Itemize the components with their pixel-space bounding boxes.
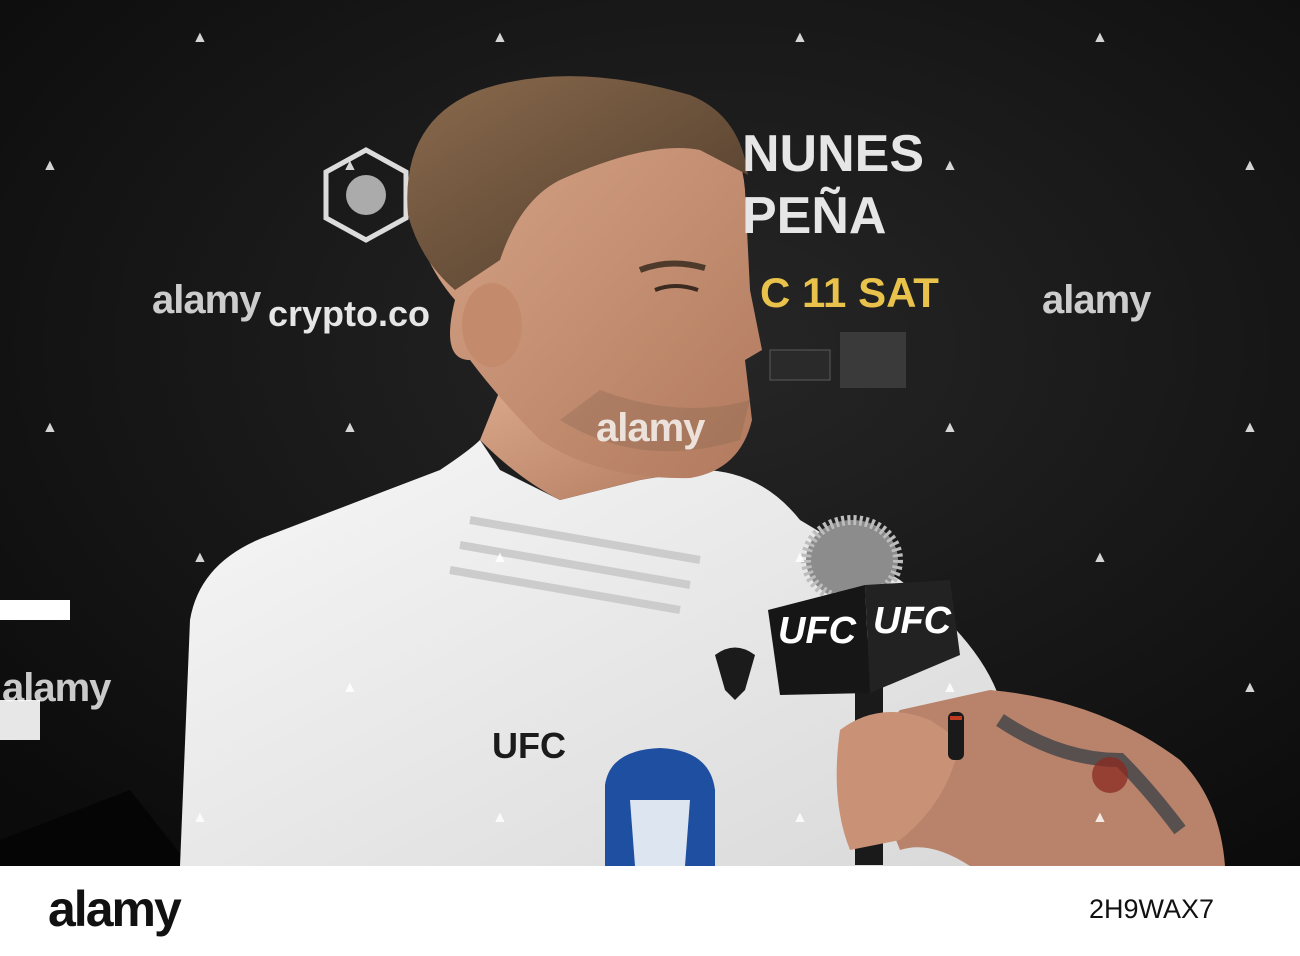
- sponsor-helmet-icon: [346, 175, 386, 215]
- backdrop-event-line-2: PEÑA: [742, 187, 887, 245]
- backdrop-logo-fragment: [0, 700, 40, 740]
- shirt-ufc-logo: UFC: [492, 725, 566, 766]
- backdrop-event-date: C 11 SAT: [760, 269, 939, 316]
- network-badge: [840, 332, 906, 388]
- chest-patch-emblem: [630, 800, 690, 866]
- footer-bar: alamy 2H9WAX7: [0, 866, 1300, 956]
- press-conference-photo: crypto.co NUNES PEÑA C 11 SAT UFC UFC UF…: [0, 0, 1300, 866]
- photo-illustration: [0, 0, 1300, 866]
- ring-red-stripe: [950, 716, 962, 720]
- backdrop-event-line-1: NUNES: [742, 125, 925, 183]
- broadcast-badge: [769, 349, 831, 381]
- backdrop-sponsor-text: crypto.co: [268, 293, 431, 334]
- arm-tattoo-rose: [1092, 757, 1128, 793]
- ear: [462, 283, 522, 367]
- alamy-logo[interactable]: alamy: [48, 884, 182, 934]
- mic-flag-right-label: UFC: [873, 600, 952, 642]
- image-id-label: 2H9WAX7: [1089, 894, 1215, 924]
- backdrop-logo-fragment: [0, 600, 70, 620]
- mic-flag-left-label: UFC: [778, 610, 857, 652]
